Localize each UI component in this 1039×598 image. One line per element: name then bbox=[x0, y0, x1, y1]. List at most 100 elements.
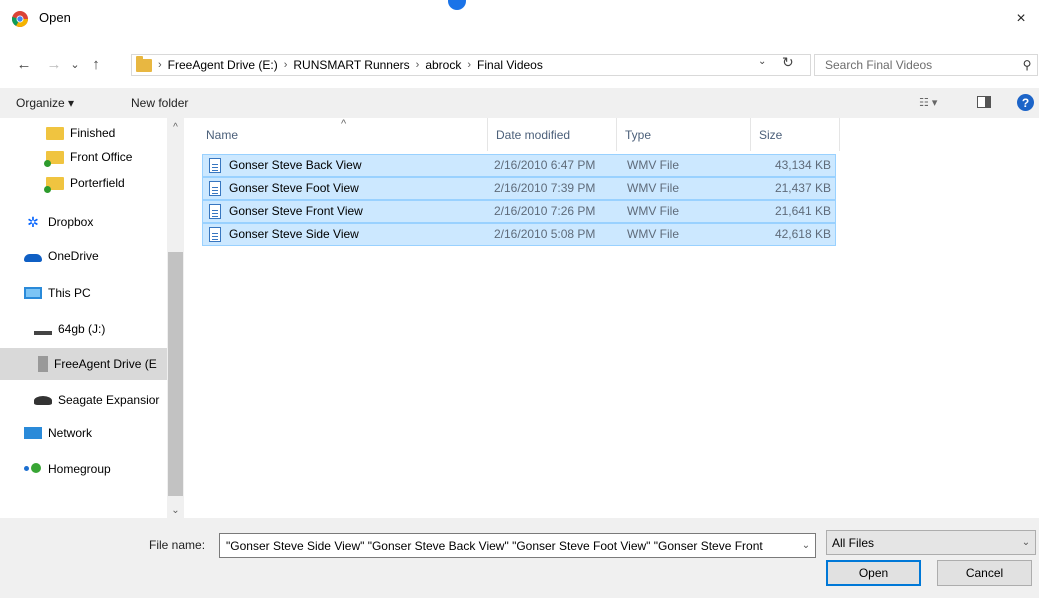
address-bar[interactable]: › FreeAgent Drive (E:) › RUNSMART Runner… bbox=[131, 54, 811, 76]
video-file-icon bbox=[209, 181, 221, 196]
close-icon: × bbox=[1016, 10, 1026, 27]
nav-item-freeagent-drive[interactable]: FreeAgent Drive (E bbox=[0, 348, 167, 380]
column-header-label: Type bbox=[625, 127, 652, 142]
nav-item-label: FreeAgent Drive (E bbox=[54, 357, 157, 371]
file-row[interactable]: Gonser Steve Front View 2/16/2010 7:26 P… bbox=[202, 200, 836, 223]
command-bar: Organize ▾ New folder ☷ ▾ ? bbox=[0, 88, 1039, 118]
breadcrumb-final-videos[interactable]: Final Videos bbox=[477, 58, 543, 72]
shared-folder-icon bbox=[44, 150, 64, 167]
nav-item-network[interactable]: Network bbox=[0, 418, 167, 448]
external-drive-icon bbox=[38, 356, 48, 372]
folder-icon bbox=[46, 126, 64, 140]
nav-item-onedrive[interactable]: OneDrive bbox=[0, 241, 167, 271]
preview-pane-icon[interactable] bbox=[977, 96, 991, 108]
file-type-filter[interactable]: All Files ⌄ bbox=[826, 530, 1036, 555]
file-name: Gonser Steve Back View bbox=[229, 158, 362, 172]
breadcrumb-separator: › bbox=[283, 59, 288, 71]
refresh-icon[interactable]: ↻ bbox=[782, 54, 794, 71]
change-view-icon[interactable]: ☷ ▾ bbox=[919, 96, 937, 109]
usb-drive-icon bbox=[34, 331, 52, 335]
file-name: Gonser Steve Foot View bbox=[229, 181, 359, 195]
new-folder-button[interactable]: New folder bbox=[131, 96, 188, 110]
video-file-icon bbox=[209, 158, 221, 173]
forward-arrow-icon: → bbox=[46, 55, 62, 73]
nav-item-homegroup[interactable]: Homegroup bbox=[0, 454, 167, 484]
breadcrumb-separator: › bbox=[467, 59, 472, 71]
window-title: Open bbox=[39, 10, 71, 25]
column-header-name[interactable]: Name bbox=[198, 118, 488, 151]
title-bar: Open × bbox=[0, 0, 1039, 38]
chevron-down-icon[interactable]: ⌄ bbox=[1017, 537, 1035, 548]
search-box[interactable]: Search Final Videos ⚲ bbox=[814, 54, 1038, 76]
up-arrow-icon: ↑ bbox=[92, 55, 100, 73]
chevron-down-icon[interactable]: ⌄ bbox=[797, 540, 815, 551]
nav-item-dropbox[interactable]: ✲ Dropbox bbox=[0, 207, 167, 237]
navigation-pane: Finished Front Office Porterfield ✲ Drop… bbox=[0, 118, 184, 518]
nav-item-label: Seagate Expansior bbox=[58, 393, 160, 407]
file-row[interactable]: Gonser Steve Foot View 2/16/2010 7:39 PM… bbox=[202, 177, 836, 200]
seagate-drive-icon bbox=[34, 395, 52, 405]
cancel-button[interactable]: Cancel bbox=[937, 560, 1032, 586]
nav-item-front-office[interactable]: Front Office bbox=[0, 144, 167, 170]
file-date: 2/16/2010 7:39 PM bbox=[494, 181, 596, 195]
nav-item-label: Front Office bbox=[70, 150, 133, 164]
forward-button[interactable]: → bbox=[44, 54, 64, 74]
file-size: 21,437 KB bbox=[774, 181, 831, 195]
nav-item-seagate-expansion[interactable]: Seagate Expansior bbox=[0, 385, 167, 415]
column-header-label: Date modified bbox=[496, 127, 571, 142]
file-name-input[interactable]: "Gonser Steve Side View" "Gonser Steve B… bbox=[226, 539, 797, 553]
nav-item-64gb[interactable]: 64gb (J:) bbox=[0, 314, 167, 344]
scroll-up-icon[interactable]: ^ bbox=[167, 122, 184, 133]
close-button[interactable]: × bbox=[1003, 0, 1039, 38]
breadcrumb-abrock[interactable]: abrock bbox=[425, 58, 461, 72]
file-name-combobox[interactable]: "Gonser Steve Side View" "Gonser Steve B… bbox=[219, 533, 816, 558]
back-button[interactable]: ← bbox=[14, 54, 34, 74]
help-icon[interactable]: ? bbox=[1017, 94, 1034, 111]
nav-item-label: OneDrive bbox=[48, 249, 99, 263]
nav-item-this-pc[interactable]: This PC bbox=[0, 278, 167, 308]
nav-item-porterfield[interactable]: Porterfield bbox=[0, 170, 167, 196]
organize-button[interactable]: Organize ▾ bbox=[16, 96, 74, 110]
column-header-size[interactable]: Size bbox=[751, 118, 840, 151]
computer-icon bbox=[24, 287, 42, 299]
scrollbar-thumb[interactable] bbox=[168, 252, 183, 496]
search-input[interactable]: Search Final Videos bbox=[825, 58, 1017, 72]
column-header-label: Name bbox=[206, 127, 239, 142]
onedrive-icon bbox=[24, 254, 42, 262]
file-name: Gonser Steve Front View bbox=[229, 204, 363, 218]
nav-scrollbar[interactable]: ^ ⌄ bbox=[167, 118, 184, 518]
nav-item-label: Network bbox=[48, 426, 93, 440]
nav-item-label: 64gb (J:) bbox=[58, 322, 106, 336]
column-header-type[interactable]: Type bbox=[617, 118, 751, 151]
column-header-date-modified[interactable]: Date modified bbox=[488, 118, 617, 151]
chrome-icon bbox=[12, 11, 28, 27]
folder-icon bbox=[136, 55, 152, 72]
video-file-icon bbox=[209, 227, 221, 242]
recent-locations-button[interactable]: ⌄ bbox=[65, 54, 85, 74]
address-row: ← → ⌄ ↑ › FreeAgent Drive (E:) › RUNSMAR… bbox=[0, 38, 1039, 88]
homegroup-icon bbox=[24, 461, 42, 477]
file-row[interactable]: Gonser Steve Back View 2/16/2010 6:47 PM… bbox=[202, 154, 836, 177]
file-type: WMV File bbox=[627, 158, 679, 172]
search-icon[interactable]: ⚲ bbox=[1017, 58, 1037, 72]
cancel-button-label: Cancel bbox=[965, 566, 1004, 580]
file-type: WMV File bbox=[627, 204, 679, 218]
chrome-status-dot bbox=[448, 0, 466, 10]
network-icon bbox=[24, 427, 42, 439]
up-button[interactable]: ↑ bbox=[86, 54, 106, 74]
chevron-down-icon: ⌄ bbox=[70, 58, 80, 71]
address-dropdown-icon[interactable]: ⌄ bbox=[758, 56, 766, 67]
breadcrumb-freeagent-drive[interactable]: FreeAgent Drive (E:) bbox=[168, 58, 278, 72]
open-button[interactable]: Open bbox=[826, 560, 921, 586]
shared-folder-icon bbox=[44, 176, 64, 193]
nav-item-label: Dropbox bbox=[48, 215, 94, 229]
file-size: 43,134 KB bbox=[774, 158, 831, 172]
breadcrumb-runsmart-runners[interactable]: RUNSMART Runners bbox=[293, 58, 409, 72]
breadcrumb-separator: › bbox=[415, 59, 420, 71]
scroll-down-icon[interactable]: ⌄ bbox=[167, 505, 184, 516]
file-list: ^ Name Date modified Type Size Gonser St… bbox=[184, 118, 1039, 518]
nav-item-label: Finished bbox=[70, 126, 116, 140]
nav-item-label: Porterfield bbox=[70, 176, 125, 190]
file-row[interactable]: Gonser Steve Side View 2/16/2010 5:08 PM… bbox=[202, 223, 836, 246]
file-size: 42,618 KB bbox=[774, 227, 831, 241]
